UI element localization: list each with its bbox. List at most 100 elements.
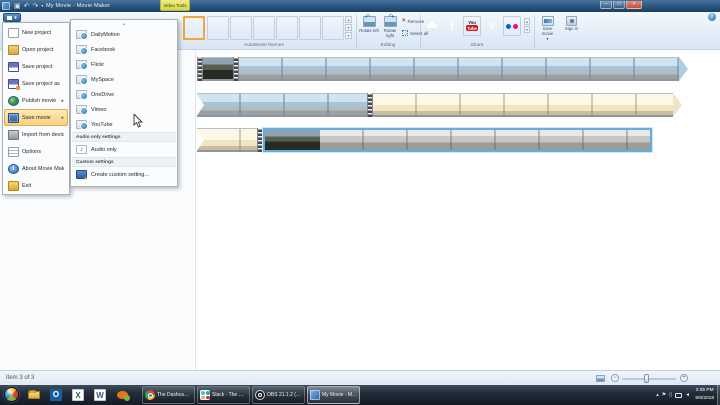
theme-gallery-scroller[interactable]: ▴▾▾ <box>345 16 352 39</box>
submenu-item-flickr[interactable]: Flickr <box>72 57 176 72</box>
share-vimeo-button[interactable]: V <box>483 16 501 36</box>
taskbar-clock[interactable]: 2:05 PM 8/6/2018 <box>695 387 714 402</box>
share-group-label: Share <box>421 43 533 48</box>
automovie-theme-tile[interactable] <box>322 16 344 40</box>
item-count-text: Item 3 of 3 <box>6 375 34 381</box>
rotate-right-button[interactable]: Rotate right <box>380 15 400 46</box>
storyboard-row-3 <box>197 128 652 152</box>
share-up-icon: ▴ <box>524 18 530 25</box>
share-facebook-button[interactable]: f <box>443 16 461 36</box>
file-menu-item-save-movie[interactable]: Save movie▸ <box>4 109 68 126</box>
clip-dark-road[interactable] <box>265 130 320 150</box>
close-button[interactable]: × <box>626 1 642 9</box>
sign-in-icon <box>566 16 577 26</box>
save-movie-menu-icon <box>8 113 19 123</box>
submenu-item-myspace[interactable]: MySpace <box>72 72 176 87</box>
submenu-item-vimeo[interactable]: Vimeo <box>72 102 176 117</box>
automovie-group-label: AutoMovie themes <box>180 43 348 48</box>
submenu-item-facebook[interactable]: Facebook <box>72 42 176 57</box>
fit-to-window-icon[interactable] <box>596 375 605 382</box>
file-menu-item-save-project-as[interactable]: Save project as <box>4 75 68 92</box>
redo-icon[interactable]: ↷ <box>33 3 39 10</box>
submenu-item-label: Create custom setting... <box>91 172 149 178</box>
submenu-item-onedrive[interactable]: OneDrive <box>72 87 176 102</box>
task-button-label: Slack - The Dash... <box>212 392 247 398</box>
submenu-item-label: Facebook <box>91 47 115 53</box>
sign-in-button[interactable]: Sign in <box>561 14 582 47</box>
onedrive-cloud-icon <box>427 24 437 28</box>
maximize-button[interactable]: □ <box>613 1 625 9</box>
undo-icon[interactable]: ↶ <box>24 3 30 10</box>
rotate-left-button[interactable]: Rotate left <box>359 15 379 46</box>
taskbar-outlook-icon[interactable]: O <box>48 387 64 403</box>
action-center-flag-icon[interactable]: ⚑ <box>662 393 666 398</box>
taskbar-button-slack[interactable]: Slack - The Dash... <box>197 386 250 404</box>
vimeo-icon: V <box>489 22 495 31</box>
clip-sky-road-frames[interactable] <box>239 57 679 81</box>
taskbar-button-movie-maker[interactable]: My Movie - Movi... <box>307 386 360 404</box>
taskbar-orange-app-icon[interactable] <box>114 387 130 403</box>
share-youtube-button[interactable]: YouTube <box>463 16 481 36</box>
hidden-icons-chevron[interactable]: ▴ <box>656 393 659 398</box>
taskbar-excel-icon[interactable]: X <box>70 387 86 403</box>
help-icon[interactable]: ? <box>708 13 716 21</box>
submenu-item-youtube[interactable]: YouTube <box>72 117 176 132</box>
taskbar-explorer-icon[interactable] <box>26 387 42 403</box>
file-menu-item-save-project[interactable]: Save project <box>4 58 68 75</box>
network-icon[interactable] <box>675 393 682 398</box>
file-menu-item-options[interactable]: Options <box>4 143 68 160</box>
automovie-theme-tile[interactable] <box>276 16 298 40</box>
taskbar: O X W The Dashcam Sto... Slack - The Das… <box>0 385 720 405</box>
file-menu-item-exit[interactable]: Exit <box>4 177 68 194</box>
share-gallery-scroller[interactable]: ▴▾ <box>524 18 530 33</box>
taskbar-button-obs[interactable]: OBS 21.1.2 (64bit, ... <box>252 386 305 404</box>
publish-movie-icon <box>8 96 19 106</box>
movie-maker-icon <box>310 390 320 400</box>
submenu-item-dailymotion[interactable]: DailyMotion <box>72 27 176 42</box>
file-menu-item-import-from-device[interactable]: Import from device <box>4 126 68 143</box>
clip-bright-frames[interactable] <box>373 93 673 117</box>
file-menu: New project Open project Save project Sa… <box>2 22 70 195</box>
automovie-theme-tile[interactable] <box>183 16 205 40</box>
video-tools-contextual-tab[interactable]: Video Tools <box>160 0 190 11</box>
file-menu-item-open-project[interactable]: Open project <box>4 41 68 58</box>
row-continuation-notch <box>196 128 204 152</box>
file-menu-item-about[interactable]: iAbout Movie Maker <box>4 160 68 177</box>
submenu-arrow-icon: ▸ <box>61 115 64 121</box>
save-icon[interactable]: ▣ <box>14 3 21 10</box>
start-button[interactable] <box>4 387 19 402</box>
taskbar-button-chrome[interactable]: The Dashcam Sto... <box>142 386 195 404</box>
taskbar-word-icon[interactable]: W <box>92 387 108 403</box>
slack-icon <box>200 390 210 400</box>
qat-dropdown-icon[interactable]: ▾ <box>41 4 43 8</box>
zoom-out-button[interactable]: − <box>611 374 619 382</box>
share-onedrive-button[interactable] <box>423 16 441 36</box>
automovie-theme-tile[interactable] <box>253 16 275 40</box>
web-site-icon <box>76 45 87 54</box>
zoom-in-button[interactable]: + <box>680 374 688 382</box>
selected-clip[interactable] <box>263 128 652 152</box>
clip-gray-frames[interactable] <box>320 130 650 150</box>
share-flickr-button[interactable] <box>503 16 521 36</box>
task-button-label: My Movie - Movi... <box>322 392 357 398</box>
clip-dark-road[interactable] <box>203 57 233 81</box>
submenu-item-label: Vimeo <box>91 107 107 113</box>
zoom-slider-track[interactable] <box>622 378 676 380</box>
zoom-slider-thumb[interactable] <box>644 374 649 383</box>
submenu-item-audio-only[interactable]: ♪Audio only <box>72 142 176 157</box>
save-movie-ribbon-button[interactable]: Save movie ▾ <box>537 14 558 47</box>
submenu-item-label: Flickr <box>91 62 104 68</box>
submenu-item-create-custom-setting[interactable]: Create custom setting... <box>72 167 176 182</box>
clip-sky-road-frames[interactable] <box>197 93 367 117</box>
file-menu-item-publish-movie[interactable]: Publish movie▸ <box>4 92 68 109</box>
minimize-button[interactable]: – <box>600 1 612 9</box>
automovie-theme-tile[interactable] <box>207 16 229 40</box>
row-continuation-arrow <box>679 57 688 81</box>
power-icon[interactable]: ▯ <box>669 393 672 398</box>
volume-icon[interactable]: ◄ <box>685 393 690 398</box>
automovie-theme-tile[interactable] <box>299 16 321 40</box>
file-menu-button[interactable]: ▾ <box>3 13 21 22</box>
file-menu-item-new-project[interactable]: New project <box>4 24 68 41</box>
automovie-theme-tile[interactable] <box>230 16 252 40</box>
clip-bright-frames[interactable] <box>197 128 257 152</box>
